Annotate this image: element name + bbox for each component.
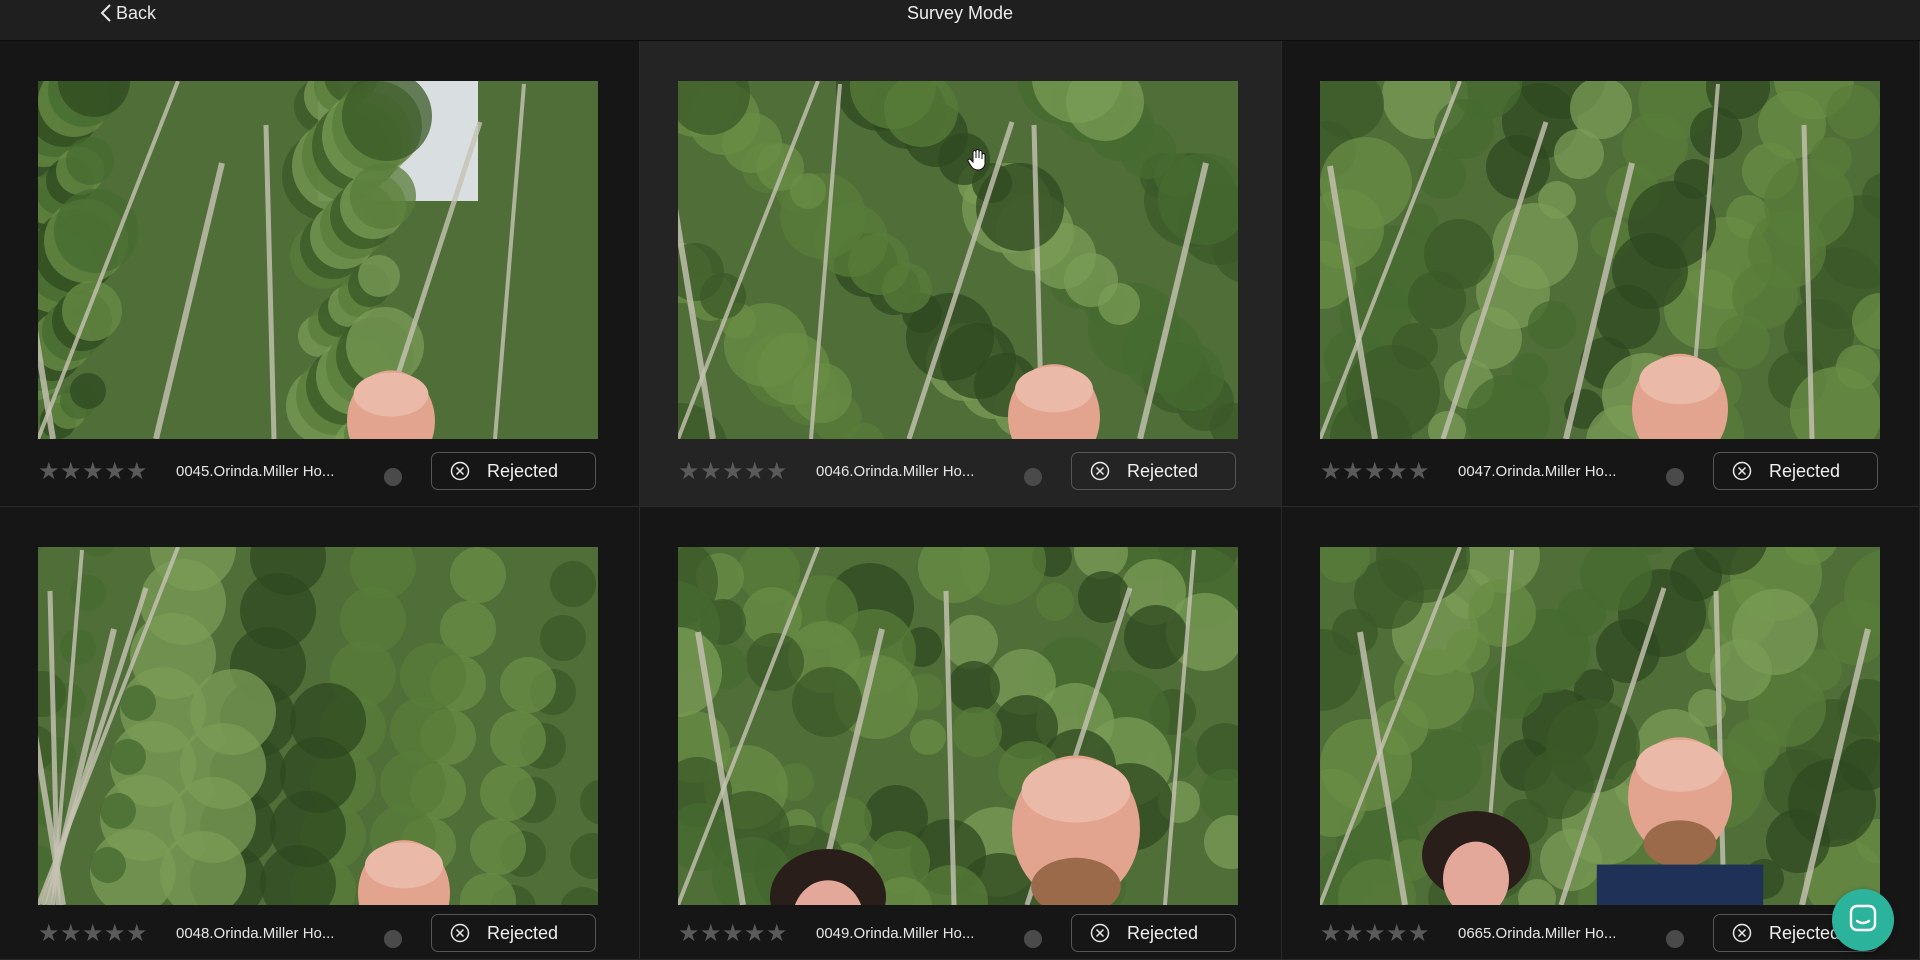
star-icon[interactable]: ★ <box>1320 460 1342 484</box>
photo-meta-bar: ★ ★ ★ ★ ★ 0048.Orinda.Miller Ho... Rejected <box>38 913 598 955</box>
star-icon[interactable]: ★ <box>1364 460 1386 484</box>
photo-filename: 0049.Orinda.Miller Ho... <box>816 925 975 942</box>
color-label-dot[interactable] <box>1024 930 1042 948</box>
rejected-button[interactable]: Rejected <box>431 914 596 952</box>
star-icon[interactable]: ★ <box>1408 460 1430 484</box>
photo-filename: 0665.Orinda.Miller Ho... <box>1458 925 1617 942</box>
photo-grid: ★ ★ ★ ★ ★ 0045.Orinda.Miller Ho... Rejected ★ ★… <box>0 41 1920 960</box>
star-icon[interactable]: ★ <box>1320 922 1342 946</box>
chat-icon <box>1848 903 1878 938</box>
rejected-label: Rejected <box>1769 922 1841 943</box>
star-icon[interactable]: ★ <box>722 460 744 484</box>
star-icon[interactable]: ★ <box>744 922 766 946</box>
rejected-button[interactable]: Rejected <box>1071 914 1236 952</box>
circle-x-icon <box>450 461 470 481</box>
star-icon[interactable]: ★ <box>82 922 104 946</box>
star-icon[interactable]: ★ <box>126 460 148 484</box>
photo-meta-bar: ★ ★ ★ ★ ★ 0047.Orinda.Miller Ho... Rejected <box>1320 451 1880 493</box>
photo-filename: 0045.Orinda.Miller Ho... <box>176 463 335 480</box>
star-icon[interactable]: ★ <box>82 460 104 484</box>
rejected-label: Rejected <box>487 922 559 943</box>
star-rating[interactable]: ★ ★ ★ ★ ★ <box>678 460 788 484</box>
rejected-button[interactable]: Rejected <box>1071 452 1236 490</box>
star-rating[interactable]: ★ ★ ★ ★ ★ <box>38 922 148 946</box>
star-icon[interactable]: ★ <box>678 460 700 484</box>
photo-thumbnail[interactable] <box>678 81 1238 439</box>
star-rating[interactable]: ★ ★ ★ ★ ★ <box>678 922 788 946</box>
rejected-button[interactable]: Rejected <box>431 452 596 490</box>
star-rating[interactable]: ★ ★ ★ ★ ★ <box>1320 922 1430 946</box>
star-icon[interactable]: ★ <box>700 460 722 484</box>
circle-x-icon <box>1732 923 1752 943</box>
page-title: Survey Mode <box>906 3 1014 23</box>
color-label-dot[interactable] <box>1666 930 1684 948</box>
photo-meta-bar: ★ ★ ★ ★ ★ 0045.Orinda.Miller Ho... Rejected <box>38 451 598 493</box>
star-icon[interactable]: ★ <box>104 922 126 946</box>
star-icon[interactable]: ★ <box>126 922 148 946</box>
star-icon[interactable]: ★ <box>766 460 788 484</box>
star-rating[interactable]: ★ ★ ★ ★ ★ <box>1320 460 1430 484</box>
star-icon[interactable]: ★ <box>722 922 744 946</box>
star-icon[interactable]: ★ <box>104 460 126 484</box>
star-icon[interactable]: ★ <box>60 922 82 946</box>
photo-card[interactable]: ★ ★ ★ ★ ★ 0049.Orinda.Miller Ho... Rejected <box>640 507 1282 960</box>
circle-x-icon <box>1732 461 1752 481</box>
circle-x-icon <box>1090 923 1110 943</box>
photo-card[interactable]: ★ ★ ★ ★ ★ 0665.Orinda.Miller Ho... Rejected <box>1282 507 1920 960</box>
color-label-dot[interactable] <box>1024 468 1042 486</box>
star-icon[interactable]: ★ <box>744 460 766 484</box>
photo-card[interactable]: ★ ★ ★ ★ ★ 0048.Orinda.Miller Ho... Rejected <box>0 507 640 960</box>
star-icon[interactable]: ★ <box>700 922 722 946</box>
hand-cursor-icon <box>967 149 987 176</box>
rejected-label: Rejected <box>1127 922 1199 943</box>
color-label-dot[interactable] <box>1666 468 1684 486</box>
star-icon[interactable]: ★ <box>1408 922 1430 946</box>
photo-filename: 0046.Orinda.Miller Ho... <box>816 463 975 480</box>
star-icon[interactable]: ★ <box>1364 922 1386 946</box>
star-icon[interactable]: ★ <box>1342 460 1364 484</box>
photo-thumbnail[interactable] <box>38 81 598 439</box>
photo-filename: 0048.Orinda.Miller Ho... <box>176 925 335 942</box>
color-label-dot[interactable] <box>384 930 402 948</box>
star-icon[interactable]: ★ <box>678 922 700 946</box>
photo-thumbnail[interactable] <box>678 547 1238 905</box>
star-icon[interactable]: ★ <box>1386 922 1408 946</box>
star-icon[interactable]: ★ <box>60 460 82 484</box>
chat-button[interactable] <box>1832 889 1894 951</box>
photo-card[interactable]: ★ ★ ★ ★ ★ 0046.Orinda.Miller Ho... Rejected <box>640 41 1282 507</box>
photo-card[interactable]: ★ ★ ★ ★ ★ 0045.Orinda.Miller Ho... Rejected <box>0 41 640 507</box>
rejected-button[interactable]: Rejected <box>1713 452 1878 490</box>
photo-meta-bar: ★ ★ ★ ★ ★ 0665.Orinda.Miller Ho... Rejected <box>1320 913 1880 955</box>
circle-x-icon <box>1090 461 1110 481</box>
color-label-dot[interactable] <box>384 468 402 486</box>
star-icon[interactable]: ★ <box>1386 460 1408 484</box>
rejected-label: Rejected <box>487 460 559 481</box>
photo-thumbnail[interactable] <box>38 547 598 905</box>
star-icon[interactable]: ★ <box>38 922 60 946</box>
photo-filename: 0047.Orinda.Miller Ho... <box>1458 463 1617 480</box>
photo-meta-bar: ★ ★ ★ ★ ★ 0046.Orinda.Miller Ho... Rejected <box>678 451 1238 493</box>
rejected-label: Rejected <box>1769 460 1841 481</box>
top-bar: Back Survey Mode <box>0 0 1920 41</box>
photo-thumbnail[interactable] <box>1320 81 1880 439</box>
star-icon[interactable]: ★ <box>766 922 788 946</box>
star-rating[interactable]: ★ ★ ★ ★ ★ <box>38 460 148 484</box>
star-icon[interactable]: ★ <box>1342 922 1364 946</box>
photo-thumbnail[interactable] <box>1320 547 1880 905</box>
rejected-label: Rejected <box>1127 460 1199 481</box>
photo-card[interactable]: ★ ★ ★ ★ ★ 0047.Orinda.Miller Ho... Rejected <box>1282 41 1920 507</box>
photo-meta-bar: ★ ★ ★ ★ ★ 0049.Orinda.Miller Ho... Rejected <box>678 913 1238 955</box>
circle-x-icon <box>450 923 470 943</box>
star-icon[interactable]: ★ <box>38 460 60 484</box>
